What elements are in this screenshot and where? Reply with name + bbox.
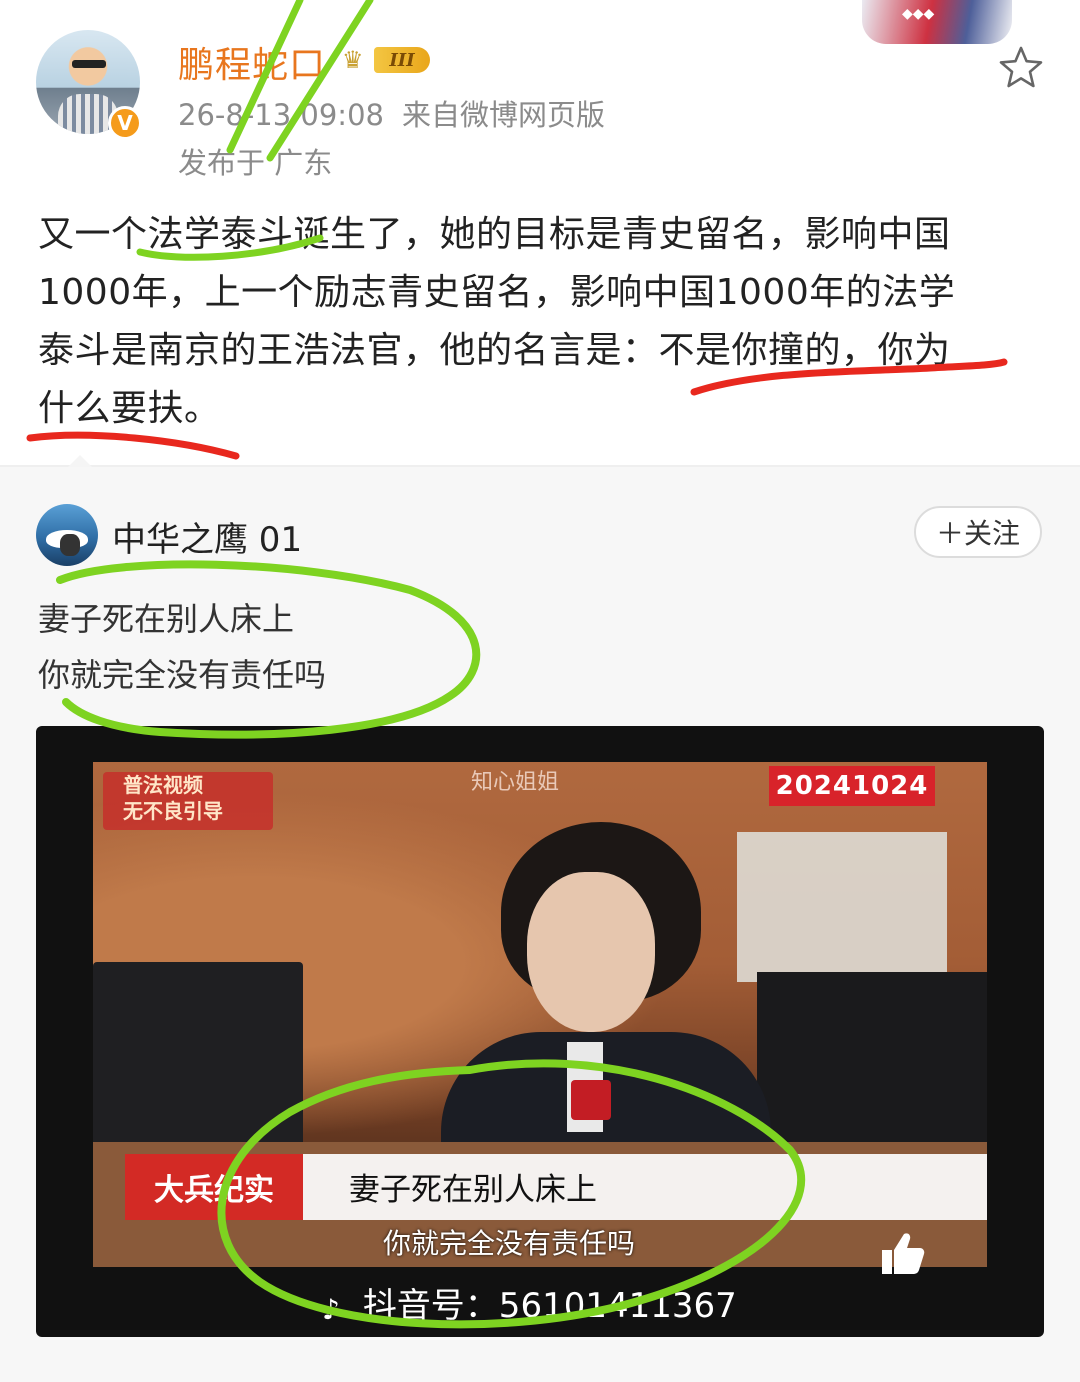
repost-text-line: 你就完全没有责任吗 bbox=[38, 656, 327, 694]
star-outline-icon[interactable] bbox=[998, 44, 1044, 90]
video-player[interactable]: 普法视频 无不良引导 知心姐姐 20241024 大兵纪实 妻子死在别人床上 你… bbox=[36, 726, 1044, 1337]
follow-button[interactable]: ＋关注 bbox=[914, 506, 1042, 558]
top-decoration-banner: ◆◆◆ bbox=[862, 0, 1012, 44]
scene-badge bbox=[571, 1080, 611, 1120]
level-badge[interactable]: ♛ III bbox=[342, 44, 436, 76]
douyin-id-text: 抖音号：56101411367 bbox=[362, 1286, 737, 1326]
repost-avatar[interactable] bbox=[36, 504, 98, 566]
avatar-glasses bbox=[72, 60, 106, 68]
section-divider bbox=[0, 465, 1080, 467]
crown-icon: ♛ bbox=[342, 46, 364, 74]
douyin-id: ♪ 抖音号：56101411367 bbox=[322, 1278, 737, 1327]
post-text-line: 泰斗是南京的王浩法官，他的名言是：不是你撞的，你为 bbox=[38, 330, 951, 371]
video-date-tag: 20241024 bbox=[769, 766, 935, 806]
weibo-post: ◆◆◆ V 鹏程蛇口 ♛ III 26-8-13 09:08 来自微博网页版 发布… bbox=[0, 0, 1080, 465]
douyin-icon: ♪ bbox=[322, 1292, 340, 1326]
verified-icon: V bbox=[108, 106, 142, 140]
caption-line-1: 妻子死在别人床上 bbox=[349, 1172, 597, 1208]
repost-text-line: 妻子死在别人床上 bbox=[38, 600, 295, 638]
video-frame: 普法视频 无不良引导 知心姐姐 20241024 大兵纪实 妻子死在别人床上 你… bbox=[93, 762, 987, 1267]
caption-line-2: 你就完全没有责任吗 bbox=[383, 1227, 636, 1260]
post-date: 26-8-13 09:08 bbox=[178, 98, 384, 132]
thumbs-up-icon[interactable] bbox=[874, 1226, 928, 1280]
scene-monitor-left bbox=[93, 962, 303, 1162]
video-watermark-topleft: 普法视频 无不良引导 bbox=[103, 772, 273, 830]
post-text-line: 什么要扶。 bbox=[38, 388, 221, 429]
post-text-line: 1000年，上一个励志青史留名，影响中国1000年的法学 bbox=[38, 272, 956, 313]
post-meta: 26-8-13 09:08 来自微博网页版 bbox=[178, 92, 605, 134]
post-text-line: 又一个法学泰斗诞生了，她的目标是青史留名，影响中国 bbox=[38, 214, 951, 255]
level-text: III bbox=[374, 47, 430, 73]
divider-notch bbox=[68, 455, 92, 467]
scene-person bbox=[441, 812, 771, 1212]
post-source: 来自微博网页版 bbox=[401, 98, 605, 132]
post-location: 发布于 广东 bbox=[178, 146, 333, 180]
eagle-body bbox=[60, 534, 80, 556]
channel-tag: 大兵纪实 bbox=[125, 1154, 303, 1220]
author-name[interactable]: 鹏程蛇口 bbox=[178, 36, 326, 88]
video-watermark-center: 知心姐姐 bbox=[471, 770, 560, 795]
repost-author-name[interactable]: 中华之鹰 01 bbox=[112, 512, 302, 561]
post-body: 又一个法学泰斗诞生了，她的目标是青史留名，影响中国 1000年，上一个励志青史留… bbox=[38, 206, 1048, 438]
